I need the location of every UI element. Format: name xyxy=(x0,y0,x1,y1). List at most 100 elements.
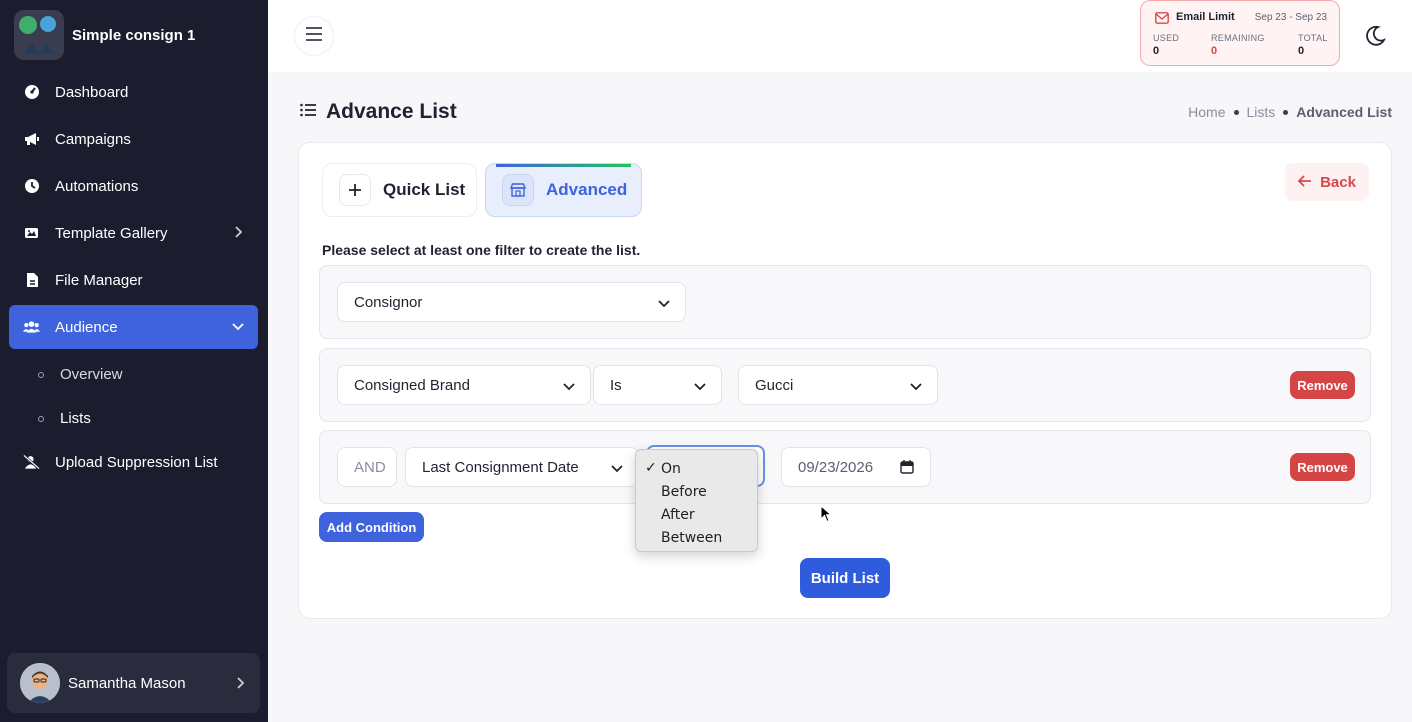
chevron-down-icon xyxy=(693,379,707,393)
option-label: On xyxy=(661,460,681,477)
sidebar-subitem-overview[interactable]: Overview xyxy=(38,366,123,383)
users-icon xyxy=(23,319,40,336)
filter-field-select[interactable]: Last Consignment Date xyxy=(405,447,639,487)
remaining-value: 0 xyxy=(1211,45,1218,57)
back-button[interactable]: Back xyxy=(1285,163,1369,201)
dropdown-option-after[interactable]: After xyxy=(636,503,757,526)
sidebar-item-label: Audience xyxy=(55,318,118,336)
breadcrumb-home[interactable]: Home xyxy=(1188,104,1225,120)
breadcrumb-lists[interactable]: Lists xyxy=(1247,104,1276,120)
page-header: Advance List xyxy=(300,100,457,124)
back-label: Back xyxy=(1320,173,1356,191)
user-slash-icon xyxy=(23,454,40,471)
sidebar-item-label: File Manager xyxy=(55,271,143,289)
email-limit-date-range: Sep 23 - Sep 23 xyxy=(1254,12,1327,23)
sidebar-item-label: Automations xyxy=(55,177,139,195)
sidebar-subitem-label: Lists xyxy=(60,410,91,427)
bullet-icon xyxy=(38,371,44,378)
dropdown-option-before[interactable]: Before xyxy=(636,480,757,503)
sidebar-item-campaigns[interactable]: Campaigns xyxy=(9,117,258,161)
sidebar-item-automations[interactable]: Automations xyxy=(9,164,258,208)
filter-field-select[interactable]: Consignor xyxy=(337,282,686,322)
app-name: Simple consign 1 xyxy=(72,26,196,44)
sidebar-item-template-gallery[interactable]: Template Gallery xyxy=(9,211,258,255)
remaining-label: REMAINING xyxy=(1211,33,1265,43)
select-value: Consignor xyxy=(354,293,423,311)
brand[interactable]: Simple consign 1 xyxy=(14,10,195,60)
calendar-icon[interactable] xyxy=(900,460,914,478)
brand-logo xyxy=(14,10,64,60)
chevron-right-icon xyxy=(230,224,246,240)
total-label: TOTAL xyxy=(1298,33,1328,43)
remove-button[interactable]: Remove xyxy=(1290,371,1355,399)
mail-icon xyxy=(1155,11,1169,29)
select-value: Gucci xyxy=(755,376,794,394)
add-condition-button[interactable]: Add Condition xyxy=(319,512,424,542)
tab-label: Quick List xyxy=(383,180,466,199)
avatar xyxy=(20,663,60,703)
select-value: Consigned Brand xyxy=(354,376,470,394)
date-input[interactable]: 09/23/2026 xyxy=(781,447,931,487)
dashboard-icon xyxy=(23,84,40,101)
image-gallery-icon xyxy=(23,225,40,242)
remove-button[interactable]: Remove xyxy=(1290,453,1355,481)
sidebar-item-label: Upload Suppression List xyxy=(55,453,218,471)
date-value: 09/23/2026 xyxy=(798,458,874,476)
dropdown-option-between[interactable]: Between xyxy=(636,526,757,549)
sidebar: Simple consign 1 Dashboard Campaigns Aut… xyxy=(0,0,268,722)
filter-row-2: Consigned Brand Is Gucci Remove xyxy=(319,348,1371,422)
clock-icon xyxy=(23,178,40,195)
email-limit-card: Email Limit Sep 23 - Sep 23 USED 0 REMAI… xyxy=(1140,0,1340,66)
sidebar-item-label: Template Gallery xyxy=(55,224,168,242)
dropdown-option-on[interactable]: ✓ On xyxy=(636,457,757,480)
hamburger-icon xyxy=(306,26,322,46)
select-value: AND xyxy=(354,458,386,476)
checkmark-icon: ✓ xyxy=(645,460,657,476)
filter-operator-select[interactable]: Is xyxy=(593,365,722,405)
sidebar-subitem-label: Overview xyxy=(60,366,123,383)
used-value: 0 xyxy=(1153,45,1160,57)
filter-value-select[interactable]: Gucci xyxy=(738,365,938,405)
breadcrumb-current: Advanced List xyxy=(1296,104,1392,120)
connector-select[interactable]: AND xyxy=(337,447,397,487)
tab-advanced[interactable]: Advanced xyxy=(485,163,642,217)
sidebar-item-file-manager[interactable]: File Manager xyxy=(9,258,258,302)
menu-toggle-button[interactable] xyxy=(294,16,334,56)
chevron-down-icon xyxy=(610,461,624,475)
filter-row-1: Consignor xyxy=(319,265,1371,339)
total-value: 0 xyxy=(1298,45,1305,57)
select-value: Last Consignment Date xyxy=(422,458,579,476)
chevron-down-icon xyxy=(657,296,671,310)
sidebar-item-dashboard[interactable]: Dashboard xyxy=(9,70,258,114)
chevron-down-icon xyxy=(562,379,576,393)
email-limit-title: Email Limit xyxy=(1176,11,1235,23)
chevron-down-icon xyxy=(230,318,246,334)
plus-icon xyxy=(339,174,371,206)
user-name: Samantha Mason xyxy=(68,674,186,692)
chevron-right-icon xyxy=(232,675,248,691)
moon-icon[interactable] xyxy=(1364,25,1387,47)
topbar: Email Limit Sep 23 - Sep 23 USED 0 REMAI… xyxy=(268,0,1412,72)
sidebar-item-label: Dashboard xyxy=(55,83,129,101)
sidebar-subitem-lists[interactable]: Lists xyxy=(38,410,91,427)
mouse-cursor-icon xyxy=(820,504,833,528)
option-label: Between xyxy=(661,529,723,546)
store-icon xyxy=(502,174,534,206)
operator-dropdown-menu: ✓ On Before After Between xyxy=(635,449,758,552)
filter-field-select[interactable]: Consigned Brand xyxy=(337,365,591,405)
select-value: Is xyxy=(610,376,622,394)
option-label: Before xyxy=(661,483,707,500)
tab-quick-list[interactable]: Quick List xyxy=(322,163,477,217)
bullet-icon xyxy=(38,415,44,422)
breadcrumb: Home Lists Advanced List xyxy=(1188,104,1392,120)
megaphone-icon xyxy=(23,131,40,148)
user-card[interactable]: Samantha Mason xyxy=(7,653,260,713)
page-title: Advance List xyxy=(326,100,457,123)
build-list-button[interactable]: Build List xyxy=(800,558,890,598)
breadcrumb-separator xyxy=(1233,109,1239,115)
breadcrumb-separator xyxy=(1283,109,1289,115)
sidebar-item-audience[interactable]: Audience xyxy=(9,305,258,349)
sidebar-item-upload-suppression-list[interactable]: Upload Suppression List xyxy=(9,440,258,484)
arrow-left-icon xyxy=(1297,174,1312,191)
tab-label: Advanced xyxy=(546,180,628,199)
